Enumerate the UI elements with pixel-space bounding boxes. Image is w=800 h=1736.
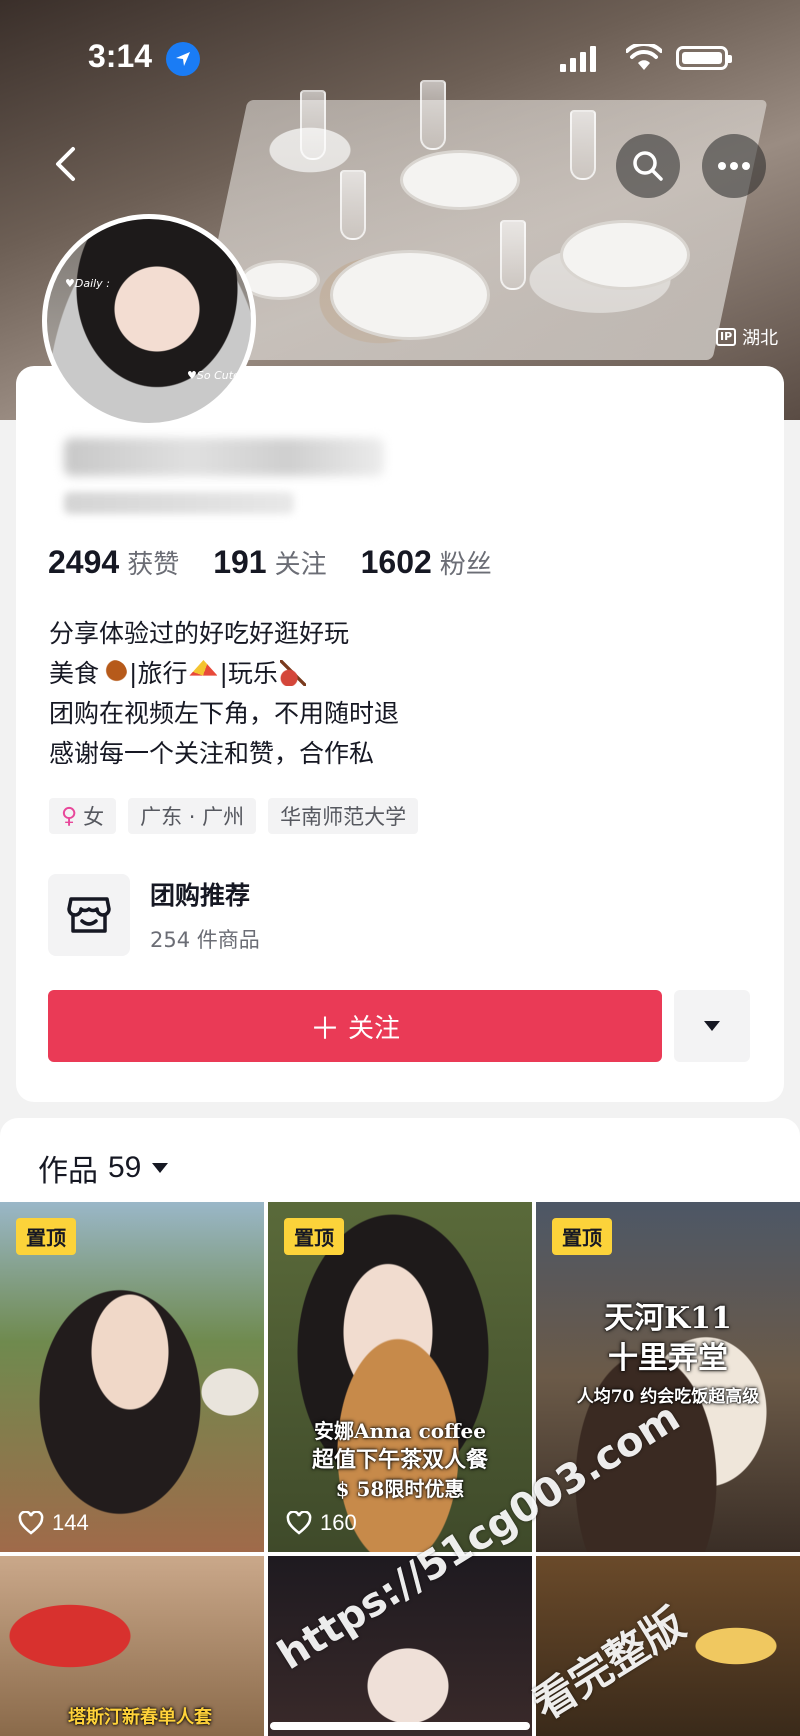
drumstick-emoji-icon (101, 660, 128, 686)
bio-line: 感谢每一个关注和赞，合作私 (49, 739, 375, 768)
stat-followers[interactable]: 1602 粉丝 (361, 544, 492, 581)
video-tile[interactable]: 置顶 144 (0, 1202, 264, 1552)
video-caption: 安娜Anna coffee (314, 1419, 486, 1443)
heart-icon (18, 1511, 44, 1535)
search-icon (633, 151, 663, 181)
more-dots-icon (718, 162, 750, 170)
location-tag: 广东 · 广州 (128, 798, 257, 834)
caret-down-icon (704, 1021, 720, 1031)
pinned-badge: 置顶 (552, 1218, 612, 1255)
video-caption: 十里弄堂 (608, 1341, 728, 1376)
follow-label: 关注 (347, 1013, 400, 1044)
beach-umbrella-emoji-icon (189, 660, 218, 676)
pinned-badge: 置顶 (284, 1218, 344, 1255)
profile-stats: 2494 获赞 191 关注 1602 粉丝 (48, 544, 492, 581)
video-tile[interactable]: 塔斯汀新春单人套 (0, 1556, 264, 1736)
pinned-badge: 置顶 (16, 1218, 76, 1255)
works-tab[interactable]: 作品 59 (38, 1146, 169, 1190)
stat-number: 191 (213, 544, 267, 580)
group-buy-count: 254 件商品 (150, 928, 260, 952)
group-buy-entry[interactable]: 团购推荐 254 件商品 (48, 874, 260, 956)
video-caption: 超值下午茶双人餐 (311, 1447, 488, 1473)
bio-line: 美食 |旅行 |玩乐 (49, 654, 749, 694)
video-caption: $ 58限时优惠 (335, 1477, 465, 1501)
stat-number: 2494 (48, 544, 120, 580)
avatar-sticker-text: ♥Daily : (65, 277, 110, 290)
back-button[interactable] (40, 134, 90, 194)
group-buy-title: 团购推荐 (150, 881, 251, 910)
gender-text: 女 (83, 805, 105, 829)
location-arrow-icon (166, 42, 200, 76)
wifi-icon (626, 44, 662, 70)
stat-number: 1602 (360, 544, 432, 580)
bio-line: 团购在视频左下角，不用随时退 (49, 699, 400, 728)
stat-label: 获赞 (127, 550, 180, 580)
battery-icon (676, 46, 732, 70)
signal-icon (560, 46, 596, 72)
avatar-sticker-text: ♥So Cute (187, 369, 240, 382)
bio-text: 美食 (49, 659, 100, 688)
ip-location-tag: IP 湖北 (716, 324, 778, 350)
bio-text: |玩乐 (219, 659, 278, 688)
guitar-emoji-icon (279, 660, 306, 686)
ip-location-text: 湖北 (742, 328, 779, 349)
follow-button[interactable]: ＋ 关注 (48, 990, 662, 1062)
profile-bio: 分享体验过的好吃好逛好玩 美食 |旅行 |玩乐 团购在视频左下角，不用随时退 感谢每… (49, 614, 749, 774)
works-count: 59 (108, 1151, 142, 1184)
stat-following[interactable]: 191 关注 (213, 544, 326, 581)
likes-count: 144 (52, 1510, 89, 1535)
profile-card: 2494 获赞 191 关注 1602 粉丝 分享体验过的好吃好逛好玩 美食 |旅… (16, 366, 784, 1102)
video-caption: 塔斯汀新春单人套 (68, 1707, 212, 1728)
caret-down-icon (152, 1163, 169, 1173)
bio-line: 分享体验过的好吃好逛好玩 (49, 619, 350, 648)
ip-icon: IP (716, 328, 737, 346)
profile-tags: ♀ 女 广东 · 广州 华南师范大学 (49, 798, 419, 834)
female-icon: ♀ (61, 803, 78, 829)
likes-count: 160 (320, 1510, 357, 1535)
chevron-left-icon (56, 147, 75, 181)
shop-icon (48, 874, 130, 956)
school-tag: 华南师范大学 (268, 798, 419, 834)
status-bar: 3:14 (0, 0, 800, 120)
stat-label: 关注 (274, 550, 327, 580)
video-caption: 天河K11 (604, 1301, 732, 1336)
recommend-dropdown-button[interactable] (674, 990, 750, 1062)
gender-tag: ♀ 女 (49, 798, 117, 834)
username-blurred (64, 438, 384, 476)
user-id-blurred (64, 492, 294, 514)
stat-label: 粉丝 (439, 550, 492, 580)
video-likes: 160 (286, 1510, 357, 1536)
video-likes: 144 (18, 1510, 89, 1536)
status-time: 3:14 (88, 38, 153, 74)
heart-icon (286, 1511, 312, 1535)
works-label: 作品 (38, 1154, 98, 1189)
home-indicator[interactable] (270, 1722, 530, 1730)
plus-icon: ＋ (309, 1012, 340, 1047)
bio-text: |旅行 (129, 659, 188, 688)
stat-likes[interactable]: 2494 获赞 (48, 544, 179, 581)
more-options-button[interactable] (702, 134, 766, 198)
avatar[interactable]: ♥Daily : ♥So Cute (42, 214, 256, 428)
search-button[interactable] (616, 134, 680, 198)
